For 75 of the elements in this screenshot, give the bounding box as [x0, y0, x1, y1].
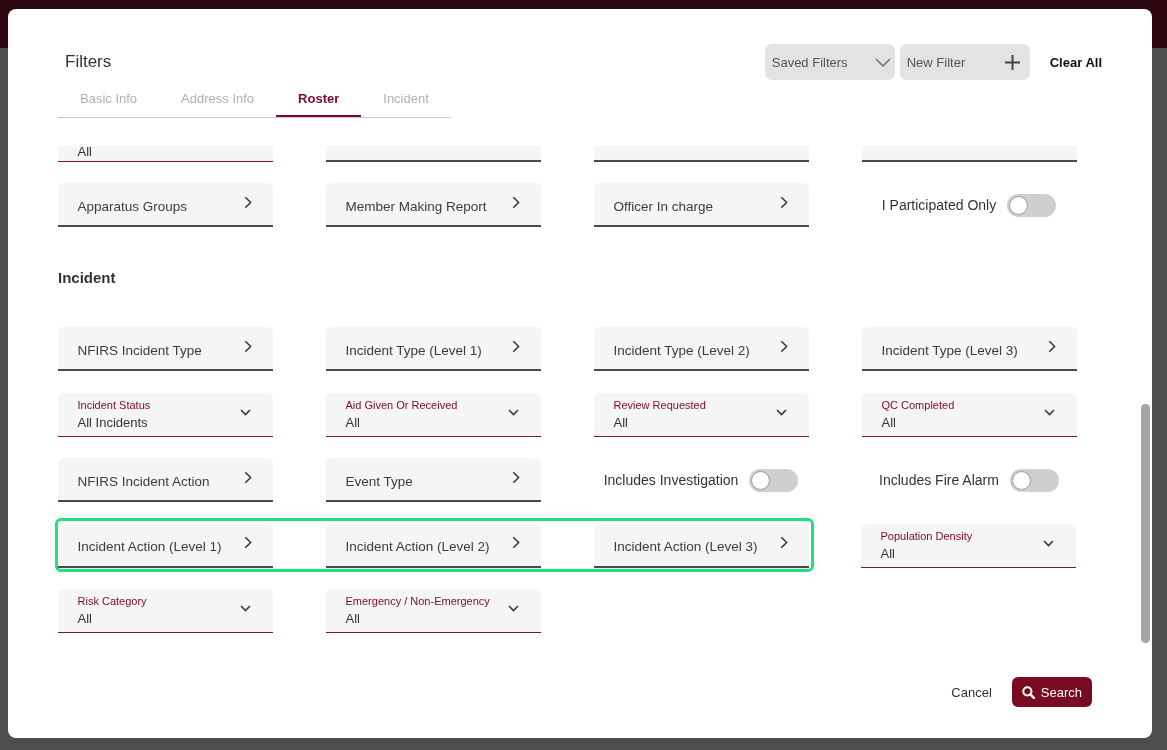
- chevron-down-icon: [507, 605, 519, 612]
- chevron-down-icon: [239, 408, 251, 416]
- picker-field[interactable]: Incident Type (Level 3): [861, 327, 1077, 371]
- search-icon: [1021, 685, 1035, 699]
- picker-field[interactable]: Incident Action (Level 1): [57, 523, 273, 568]
- field-value: All: [880, 545, 896, 562]
- chevron-down-icon: [507, 408, 519, 416]
- picker-field[interactable]: Apparatus Groups: [57, 183, 273, 227]
- text-button[interactable]: Clear All: [1049, 54, 1102, 70]
- toggle-switch[interactable]: [1009, 468, 1059, 492]
- chevron-right-icon: [243, 536, 252, 549]
- chevron-right-icon: [243, 339, 252, 353]
- chevron-right-icon: [511, 339, 520, 353]
- dropdown-field[interactable]: QC Completed All: [861, 392, 1077, 437]
- dropdown-field[interactable]: Review Requested All: [593, 392, 809, 437]
- field-label: QC Completed: [881, 398, 955, 412]
- scrollbar-thumb[interactable]: [1141, 404, 1150, 643]
- picker-field[interactable]: Incident Type (Level 1): [325, 327, 541, 371]
- text-button[interactable]: Cancel: [951, 684, 992, 700]
- field-label: Emergency / Non-Emergency: [345, 595, 490, 608]
- dropdown-button[interactable]: Saved Filters: [764, 44, 895, 80]
- picker-field[interactable]: Member Making Report: [325, 183, 541, 227]
- picker-field[interactable]: Officer In charge: [593, 183, 809, 227]
- field-value: All: [345, 414, 361, 431]
- picker-field[interactable]: NFIRS Incident Type: [57, 327, 273, 371]
- chevron-right-icon: [511, 536, 520, 549]
- primary-button[interactable]: Search: [1011, 677, 1092, 707]
- tab[interactable]: Roster: [276, 83, 362, 117]
- chevron-down-icon: [874, 57, 891, 67]
- field-label: Incident Status: [77, 398, 151, 412]
- field-value: All: [881, 414, 897, 431]
- toggle-label: Includes Investigation: [603, 472, 739, 488]
- field-label: Population Density: [880, 529, 973, 543]
- dropdown-field[interactable]: Aid Given Or Received All: [325, 392, 541, 437]
- add-button[interactable]: New Filter: [899, 44, 1030, 80]
- chevron-right-icon: [779, 536, 788, 549]
- dropdown-field[interactable]: Risk Category All: [57, 589, 273, 633]
- field-value: All: [345, 611, 361, 627]
- chevron-down-icon: [239, 605, 251, 612]
- chevron-right-icon: [779, 195, 788, 209]
- plus-icon: [1004, 54, 1020, 70]
- chevron-right-icon: [243, 470, 252, 484]
- picker-field[interactable]: Incident Type (Level 2): [593, 327, 809, 371]
- toggle-switch[interactable]: [749, 468, 799, 492]
- chevron-right-icon: [779, 339, 788, 353]
- toggle-label: I Participated Only: [881, 197, 997, 213]
- field-value: All: [77, 146, 92, 159]
- dropdown-field[interactable]: Incident Status All Incidents: [57, 392, 273, 437]
- dropdown-field[interactable]: Population Density All: [860, 523, 1076, 568]
- picker-field[interactable]: Event Type: [325, 458, 541, 502]
- dropdown-field[interactable]: Emergency / Non-Emergency All: [325, 589, 541, 633]
- section-heading: Incident: [58, 268, 117, 287]
- chevron-right-icon: [1047, 339, 1056, 353]
- dropdown-field[interactable]: All: [57, 146, 273, 162]
- picker-field[interactable]: Incident Action (Level 3): [593, 523, 809, 568]
- field-label: Risk Category: [77, 595, 147, 608]
- field-label: Review Requested: [613, 398, 706, 412]
- field-value: All: [613, 414, 629, 431]
- chevron-down-icon: [775, 408, 787, 416]
- chevron-right-icon: [243, 195, 252, 209]
- chevron-down-icon: [1043, 408, 1055, 416]
- picker-field[interactable]: [325, 146, 541, 162]
- field-value: All: [77, 611, 93, 627]
- field-label: Aid Given Or Received: [345, 398, 458, 412]
- chevron-right-icon: [511, 470, 520, 484]
- dialog-title: Filters: [65, 52, 112, 72]
- picker-field[interactable]: Incident Action (Level 2): [325, 523, 541, 568]
- toggle-label: Includes Fire Alarm: [879, 472, 999, 488]
- chevron-down-icon: [1042, 539, 1054, 547]
- toggle-switch[interactable]: [1007, 193, 1057, 217]
- picker-field[interactable]: [593, 146, 809, 162]
- field-value: All Incidents: [77, 414, 149, 431]
- picker-field[interactable]: [861, 146, 1077, 162]
- picker-field[interactable]: NFIRS Incident Action: [57, 458, 273, 502]
- chevron-right-icon: [511, 195, 520, 209]
